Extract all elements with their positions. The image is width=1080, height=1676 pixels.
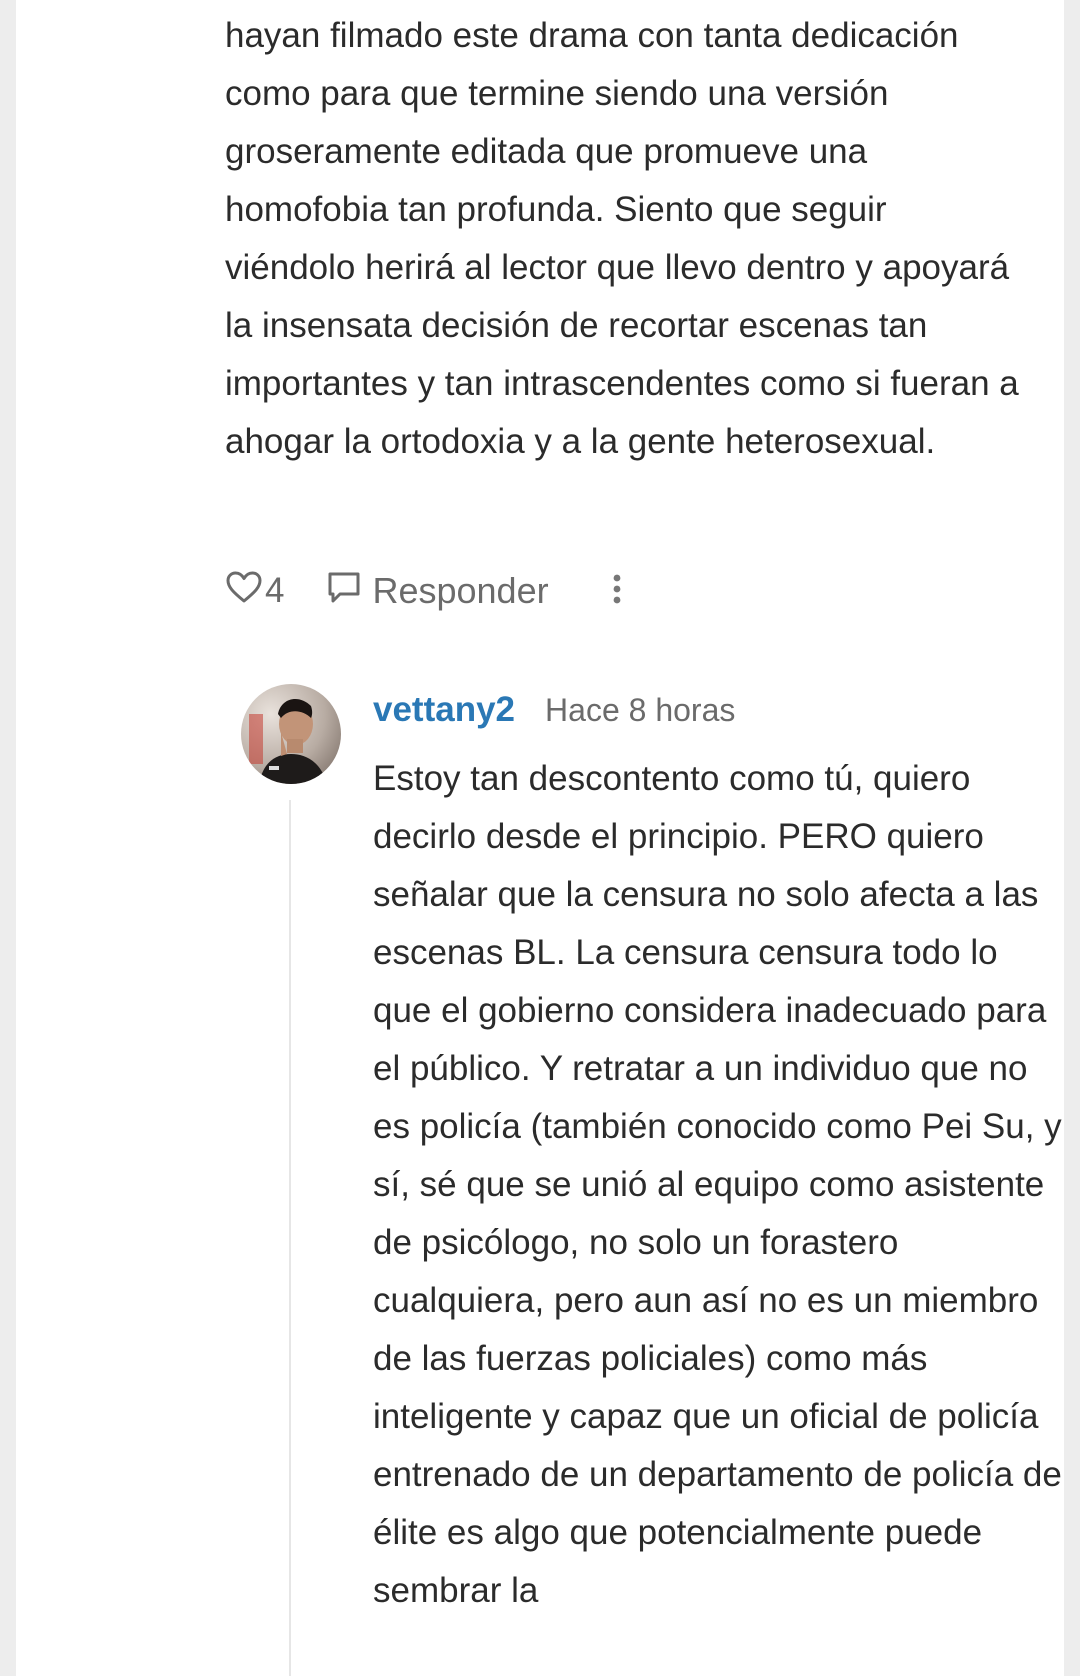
thread-line bbox=[289, 800, 291, 1676]
like-count: 4 bbox=[265, 571, 285, 610]
comments-page: hayan filmado este drama con tanta dedic… bbox=[16, 0, 1064, 1676]
vertical-dots-icon bbox=[612, 573, 622, 610]
reply-label: Responder bbox=[372, 570, 549, 611]
reply-text: Estoy tan descontento como tú, quiero de… bbox=[373, 759, 1062, 1610]
comment-actions: 4 Responder bbox=[225, 563, 627, 619]
parent-comment-text: hayan filmado este drama con tanta dedic… bbox=[225, 16, 1019, 461]
reply-comment: vettany2 Hace 8 horas Estoy tan desconte… bbox=[373, 690, 1063, 1620]
like-button[interactable]: 4 bbox=[225, 570, 284, 613]
parent-comment: hayan filmado este drama con tanta dedic… bbox=[225, 0, 1025, 471]
avatar[interactable] bbox=[241, 684, 341, 784]
heart-outline-icon bbox=[225, 570, 265, 613]
more-options-button[interactable] bbox=[607, 571, 627, 611]
timestamp: Hace 8 horas bbox=[545, 692, 736, 728]
reply-header: vettany2 Hace 8 horas bbox=[373, 690, 1063, 744]
username[interactable]: vettany2 bbox=[373, 690, 515, 730]
reply-button[interactable]: Responder bbox=[326, 569, 549, 614]
speech-bubble-icon bbox=[326, 569, 372, 614]
